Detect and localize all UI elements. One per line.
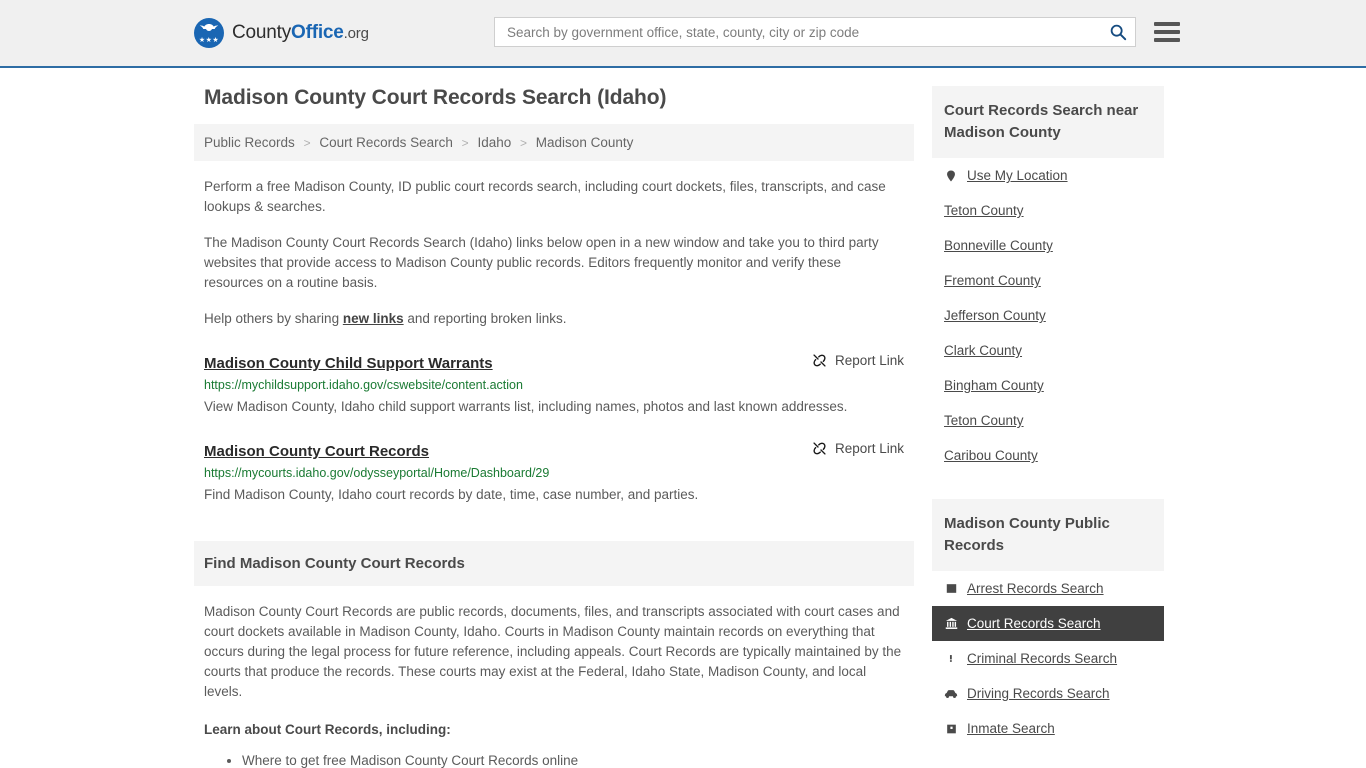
logo-text-org: .org [343, 25, 369, 42]
new-links-link[interactable]: new links [343, 311, 404, 326]
hamburger-menu-icon[interactable] [1154, 22, 1180, 42]
share-text-before: Help others by sharing [204, 311, 343, 326]
list-item: Where to get free Madison County Court R… [242, 750, 904, 768]
breadcrumb-item-court-records-search[interactable]: Court Records Search [319, 135, 453, 150]
breadcrumb-separator: > [303, 136, 311, 150]
courthouse-icon [944, 617, 958, 631]
public-records-panel-heading: Madison County Public Records [932, 499, 1164, 571]
result-item: Madison County Court Records Report Link… [204, 441, 904, 507]
section-body: Madison County Court Records are public … [194, 602, 914, 768]
public-records-list: Arrest Records Search Court Records Sear… [932, 571, 1164, 746]
sidebar-item-bingham-county[interactable]: Bingham County [932, 368, 1164, 403]
sidebar-item-label[interactable]: Bingham County [944, 378, 1044, 393]
header-search-zone [494, 17, 1180, 47]
report-link-button[interactable]: Report Link [812, 441, 904, 456]
report-link-button[interactable]: Report Link [812, 353, 904, 368]
intro-paragraph-1: Perform a free Madison County, ID public… [204, 179, 886, 214]
learn-about-list: Where to get free Madison County Court R… [204, 750, 904, 768]
sidebar-item-clark-county[interactable]: Clark County [932, 333, 1164, 368]
site-logo[interactable]: ★★★ CountyOffice.org [194, 18, 369, 48]
sidebar-item-label[interactable]: Clark County [944, 343, 1022, 358]
hamburger-bar [1154, 30, 1180, 34]
search-box[interactable] [494, 17, 1136, 47]
fingerprint-icon [944, 582, 958, 596]
sidebar-item-court-records-search[interactable]: Court Records Search [932, 606, 1164, 641]
result-title-link[interactable]: Madison County Court Records [204, 443, 429, 460]
sidebar-item-fremont-county[interactable]: Fremont County [932, 263, 1164, 298]
exclamation-icon [944, 652, 958, 666]
map-pin-icon [944, 169, 958, 183]
result-url: https://mycourts.idaho.gov/odysseyportal… [204, 466, 550, 480]
logo-text-county: County [232, 22, 292, 43]
sidebar-item-label[interactable]: Driving Records Search [967, 686, 1110, 701]
sidebar: Court Records Search near Madison County… [932, 68, 1164, 768]
nearby-panel-heading: Court Records Search near Madison County [932, 86, 1164, 158]
nearby-county-list: Use My Location Teton County Bonneville … [932, 158, 1164, 473]
car-icon [944, 687, 958, 701]
sidebar-item-label[interactable]: Inmate Search [967, 721, 1055, 736]
sidebar-item-label[interactable]: Bonneville County [944, 238, 1053, 253]
sidebar-item-label[interactable]: Teton County [944, 203, 1024, 218]
hamburger-bar [1154, 22, 1180, 26]
sidebar-item-driving-records-search[interactable]: Driving Records Search [932, 676, 1164, 711]
result-item: Madison County Child Support Warrants Re… [204, 353, 904, 419]
sidebar-item-caribou-county[interactable]: Caribou County [932, 438, 1164, 473]
unlink-icon [813, 354, 826, 367]
breadcrumb-item-madison-county[interactable]: Madison County [536, 135, 634, 150]
sidebar-item-label[interactable]: Teton County [944, 413, 1024, 428]
sidebar-item-inmate-search[interactable]: Inmate Search [932, 711, 1164, 746]
intro-paragraph-2: The Madison County Court Records Search … [204, 235, 879, 290]
main-content: Madison County Court Records Search (Ida… [194, 68, 914, 768]
learn-about-heading: Learn about Court Records, including: [204, 722, 451, 737]
page-title: Madison County Court Records Search (Ida… [204, 86, 667, 109]
intro-section: Perform a free Madison County, ID public… [194, 177, 914, 329]
site-header: ★★★ CountyOffice.org [0, 0, 1366, 68]
breadcrumb-item-idaho[interactable]: Idaho [477, 135, 511, 150]
sidebar-item-label[interactable]: Jefferson County [944, 308, 1046, 323]
breadcrumb-item-public-records[interactable]: Public Records [204, 135, 295, 150]
sidebar-item-label[interactable]: Arrest Records Search [967, 581, 1104, 596]
result-title-link[interactable]: Madison County Child Support Warrants [204, 355, 493, 372]
sidebar-item-jefferson-county[interactable]: Jefferson County [932, 298, 1164, 333]
report-link-label: Report Link [834, 441, 904, 456]
sidebar-item-label[interactable]: Criminal Records Search [967, 651, 1117, 666]
result-url: https://mychildsupport.idaho.gov/cswebsi… [204, 378, 523, 392]
breadcrumb-separator: > [520, 136, 528, 150]
jail-icon [944, 722, 958, 736]
report-link-label: Report Link [834, 353, 904, 368]
eagle-shield-logo-icon: ★★★ [194, 18, 224, 48]
sidebar-item-label[interactable]: Caribou County [944, 448, 1038, 463]
hamburger-bar [1154, 38, 1180, 42]
result-description: View Madison County, Idaho child support… [204, 399, 848, 414]
share-text-after: and reporting broken links. [403, 311, 567, 326]
intro-paragraph-3: Help others by sharing new links and rep… [204, 309, 904, 329]
sidebar-item-use-my-location[interactable]: Use My Location [932, 158, 1164, 193]
breadcrumb-separator: > [461, 136, 469, 150]
sidebar-item-teton-county[interactable]: Teton County [932, 193, 1164, 228]
search-icon[interactable] [1109, 23, 1127, 41]
result-header: Madison County Court Records Report Link [204, 441, 904, 460]
result-header: Madison County Child Support Warrants Re… [204, 353, 904, 372]
eagle-icon [199, 24, 219, 31]
sidebar-item-arrest-records-search[interactable]: Arrest Records Search [932, 571, 1164, 606]
sidebar-item-label[interactable]: Court Records Search [967, 616, 1101, 631]
logo-text-office: Office [291, 22, 344, 43]
breadcrumb: Public Records > Court Records Search > … [194, 124, 914, 161]
search-input[interactable] [505, 23, 1109, 41]
logo-stars: ★★★ [198, 37, 220, 44]
sidebar-item-criminal-records-search[interactable]: Criminal Records Search [932, 641, 1164, 676]
logo-text: CountyOffice.org [232, 22, 369, 44]
unlink-icon [813, 442, 826, 455]
sidebar-item-label[interactable]: Fremont County [944, 273, 1041, 288]
section-heading: Find Madison County Court Records [194, 541, 914, 586]
sidebar-item-label[interactable]: Use My Location [967, 168, 1068, 183]
sidebar-item-teton-county-2[interactable]: Teton County [932, 403, 1164, 438]
sidebar-item-bonneville-county[interactable]: Bonneville County [932, 228, 1164, 263]
results-list: Madison County Child Support Warrants Re… [194, 353, 914, 507]
page-body: Madison County Court Records Search (Ida… [0, 68, 1366, 768]
result-description: Find Madison County, Idaho court records… [204, 487, 699, 502]
section-paragraph: Madison County Court Records are public … [204, 604, 902, 699]
